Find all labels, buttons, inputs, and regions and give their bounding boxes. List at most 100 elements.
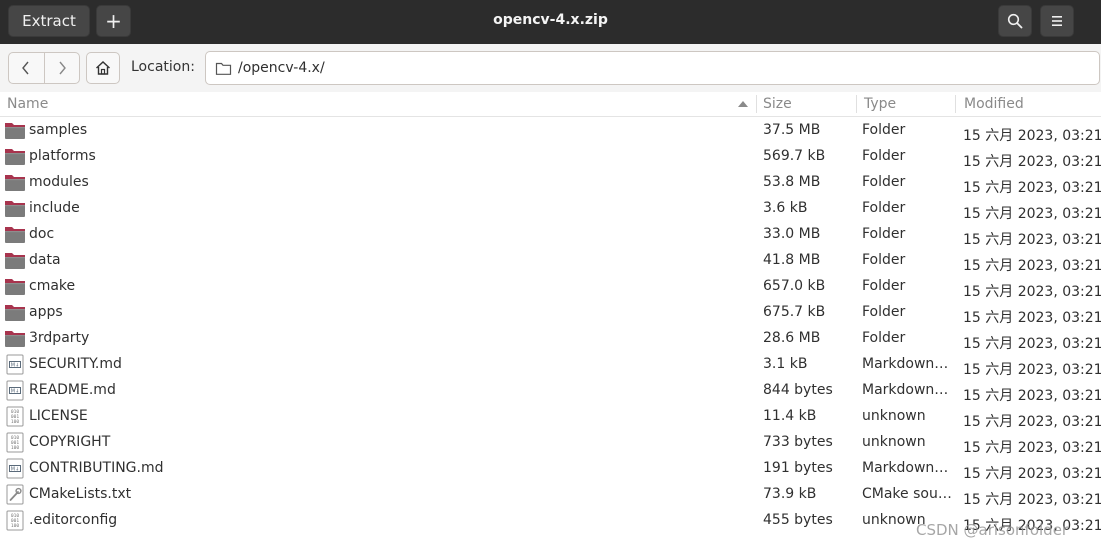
cmake-file-icon xyxy=(4,483,26,505)
file-type: Folder xyxy=(862,122,906,138)
file-size: 675.7 kB xyxy=(763,304,826,320)
file-row[interactable]: data 41.8 MB Folder 15 六月 2023, 03:21 xyxy=(0,247,1101,274)
file-modified: 15 六月 2023, 03:21 xyxy=(963,466,1101,482)
file-modified: 15 六月 2023, 03:21 xyxy=(963,128,1101,144)
folder-icon xyxy=(4,119,26,141)
file-row[interactable]: CMakeLists.txt 73.9 kB CMake sou… 15 六月 202… xyxy=(0,481,1101,508)
file-name: SECURITY.md xyxy=(29,356,122,372)
file-size: 455 bytes xyxy=(763,512,833,528)
file-row[interactable]: apps 675.7 kB Folder 15 六月 2023, 03:21 xyxy=(0,299,1101,326)
file-type: CMake sou… xyxy=(862,486,952,502)
folder-icon xyxy=(4,171,26,193)
home-icon xyxy=(96,61,110,75)
file-modified: 15 六月 2023, 03:21 xyxy=(963,336,1101,352)
column-header-modified[interactable]: Modified xyxy=(964,96,1024,112)
file-list: samples 37.5 MB Folder 15 六月 2023, 03:21 pla… xyxy=(0,117,1101,534)
file-modified: 15 六月 2023, 03:21 xyxy=(963,414,1101,430)
file-modified: 15 六月 2023, 03:21 xyxy=(963,258,1101,274)
svg-text:M↓: M↓ xyxy=(11,363,20,369)
file-row[interactable]: cmake 657.0 kB Folder 15 六月 2023, 03:21 xyxy=(0,273,1101,300)
markdown-file-icon: M↓ xyxy=(4,353,26,375)
column-header-row: Name Size Type Modified xyxy=(0,92,1101,117)
file-size: 37.5 MB xyxy=(763,122,821,138)
header-bar: Extract + opencv-4.x.zip xyxy=(0,0,1101,45)
file-name: .editorconfig xyxy=(29,512,118,528)
folder-outline-icon xyxy=(215,61,232,76)
svg-text:M↓: M↓ xyxy=(11,467,20,473)
column-header-type[interactable]: Type xyxy=(864,96,896,112)
file-size: 11.4 kB xyxy=(763,408,817,424)
markdown-file-icon: M↓ xyxy=(4,457,26,479)
search-button[interactable] xyxy=(998,5,1032,37)
markdown-file-icon: M↓ xyxy=(4,379,26,401)
back-button[interactable] xyxy=(9,53,45,83)
file-size: 73.9 kB xyxy=(763,486,817,502)
file-row[interactable]: M↓ CONTRIBUTING.md 191 bytes Markdown … 15 六… xyxy=(0,455,1101,482)
file-size: 53.8 MB xyxy=(763,174,821,190)
file-size: 657.0 kB xyxy=(763,278,826,294)
file-name: doc xyxy=(29,226,55,242)
file-size: 191 bytes xyxy=(763,460,833,476)
extract-button[interactable]: Extract xyxy=(8,5,90,37)
column-header-size[interactable]: Size xyxy=(763,96,792,112)
file-modified: 15 六月 2023, 03:21 xyxy=(963,440,1101,456)
file-modified: 15 六月 2023, 03:21 xyxy=(963,154,1101,170)
column-header-name[interactable]: Name xyxy=(7,96,48,112)
file-type: Markdown … xyxy=(862,382,952,398)
binary-file-icon: 010 001 100 xyxy=(4,509,26,531)
file-type: Folder xyxy=(862,330,906,346)
add-files-button[interactable]: + xyxy=(96,5,131,37)
file-row[interactable]: doc 33.0 MB Folder 15 六月 2023, 03:21 xyxy=(0,221,1101,248)
file-row[interactable]: 3rdparty 28.6 MB Folder 15 六月 2023, 03:21 xyxy=(0,325,1101,352)
file-type: Folder xyxy=(862,148,906,164)
file-row[interactable]: samples 37.5 MB Folder 15 六月 2023, 03:21 xyxy=(0,117,1101,144)
file-name: data xyxy=(29,252,61,268)
file-row[interactable]: platforms 569.7 kB Folder 15 六月 2023, 03:21 xyxy=(0,143,1101,170)
folder-icon xyxy=(4,327,26,349)
svg-text:100: 100 xyxy=(11,419,20,425)
location-path: /opencv-4.x/ xyxy=(238,60,325,76)
file-type: Folder xyxy=(862,174,906,190)
file-name: README.md xyxy=(29,382,116,398)
file-modified: 15 六月 2023, 03:21 xyxy=(963,388,1101,404)
file-modified: 15 六月 2023, 03:21 xyxy=(963,284,1101,300)
file-name: apps xyxy=(29,304,63,320)
navigation-buttons xyxy=(8,52,80,84)
folder-icon xyxy=(4,223,26,245)
home-button[interactable] xyxy=(86,52,120,84)
folder-icon xyxy=(4,197,26,219)
svg-text:M↓: M↓ xyxy=(11,389,20,395)
folder-icon xyxy=(4,145,26,167)
binary-file-icon: 010 001 100 xyxy=(4,431,26,453)
forward-button[interactable] xyxy=(45,53,80,83)
column-separator[interactable] xyxy=(756,95,757,113)
file-row[interactable]: 010 001 100 LICENSE 11.4 kB unknown 15 六月 2023… xyxy=(0,403,1101,430)
search-icon xyxy=(1007,13,1023,29)
folder-icon xyxy=(4,275,26,297)
file-type: Markdown … xyxy=(862,460,952,476)
location-field[interactable]: /opencv-4.x/ xyxy=(205,51,1100,85)
svg-text:100: 100 xyxy=(11,445,20,451)
file-modified: 15 六月 2023, 03:21 xyxy=(963,310,1101,326)
file-row[interactable]: modules 53.8 MB Folder 15 六月 2023, 03:21 xyxy=(0,169,1101,196)
sort-ascending-icon xyxy=(738,101,748,107)
column-separator[interactable] xyxy=(856,95,857,113)
file-size: 3.6 kB xyxy=(763,200,808,216)
location-toolbar: Location: /opencv-4.x/ xyxy=(0,44,1101,93)
window-title: opencv-4.x.zip xyxy=(493,12,608,28)
menu-button[interactable] xyxy=(1040,5,1074,37)
file-modified: 15 六月 2023, 03:21 xyxy=(963,232,1101,248)
file-row[interactable]: M↓ SECURITY.md 3.1 kB Markdown … 15 六月 2023,… xyxy=(0,351,1101,378)
file-row[interactable]: M↓ README.md 844 bytes Markdown … 15 六月 2023… xyxy=(0,377,1101,404)
file-size: 844 bytes xyxy=(763,382,833,398)
file-modified: 15 六月 2023, 03:21 xyxy=(963,492,1101,508)
chevron-left-icon xyxy=(22,61,29,75)
file-name: platforms xyxy=(29,148,96,164)
file-size: 41.8 MB xyxy=(763,252,821,268)
file-type: Folder xyxy=(862,304,906,320)
column-separator[interactable] xyxy=(955,95,956,113)
file-row[interactable]: 010 001 100 COPYRIGHT 733 bytes unknown 15 六月 … xyxy=(0,429,1101,456)
file-size: 569.7 kB xyxy=(763,148,826,164)
svg-text:100: 100 xyxy=(11,523,20,529)
file-row[interactable]: include 3.6 kB Folder 15 六月 2023, 03:21 xyxy=(0,195,1101,222)
